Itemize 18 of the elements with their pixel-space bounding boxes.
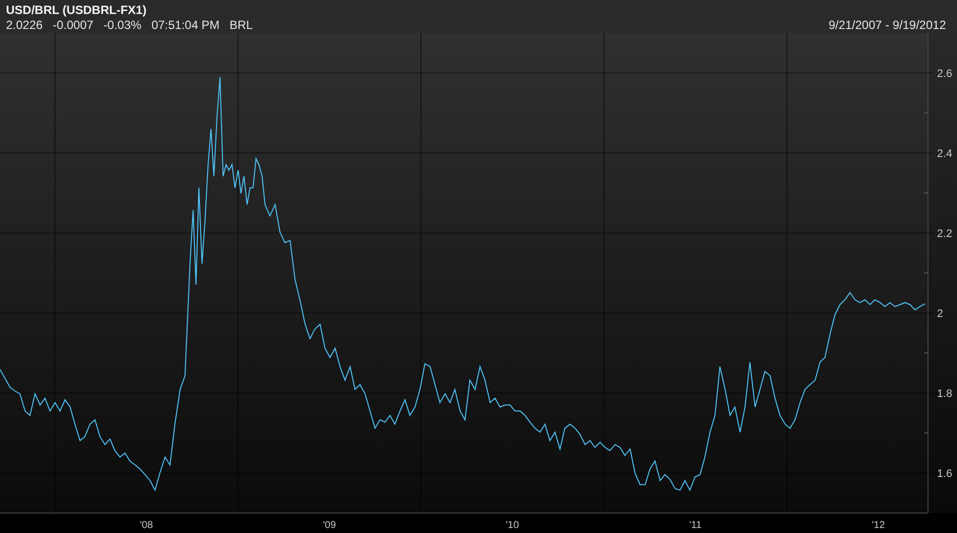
x-axis-label: '11 — [689, 520, 702, 531]
quote-time: 07:51:04 PM — [151, 18, 220, 32]
last-price: 2.0226 — [6, 18, 43, 32]
x-axis-label: '10 — [506, 520, 519, 531]
y-axis-label: 2.6 — [937, 68, 952, 80]
x-axis-label: '12 — [872, 520, 885, 531]
date-range: 9/21/2007 - 9/19/2012 — [828, 18, 947, 32]
percent-change: -0.03% — [103, 18, 142, 32]
price-change: -0.0007 — [52, 18, 94, 32]
y-axis-label: 2.4 — [937, 148, 952, 160]
y-axis-label: 2 — [937, 308, 944, 320]
instrument-title: USD/BRL (USDBRL-FX1) — [6, 3, 146, 17]
y-axis-label: 1.8 — [937, 388, 952, 400]
currency-code: BRL — [229, 18, 253, 32]
y-axis-label: 1.6 — [937, 468, 952, 480]
y-axis-label: 2.2 — [937, 228, 952, 240]
x-axis-label: '08 — [140, 520, 153, 531]
x-axis-label: '09 — [322, 520, 336, 531]
